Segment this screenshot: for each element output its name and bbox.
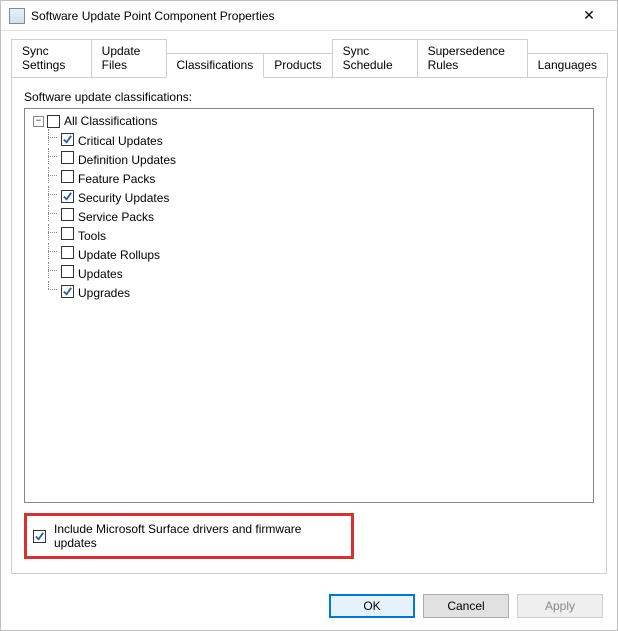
tree-item-label: Critical Updates: [78, 134, 163, 148]
checkbox-include-surface[interactable]: [33, 530, 46, 543]
tree-item[interactable]: Critical Updates: [43, 129, 589, 148]
tree-item[interactable]: Tools: [43, 224, 589, 243]
tree-root-row[interactable]: − All Classifications: [33, 113, 589, 129]
tree-item-label: Feature Packs: [78, 172, 155, 186]
tab-strip: Sync SettingsUpdate FilesClassifications…: [11, 39, 607, 78]
tree-item[interactable]: Update Rollups: [43, 243, 589, 262]
tree-connector: [43, 186, 61, 202]
tree-item[interactable]: Definition Updates: [43, 148, 589, 167]
tree-item-label: Service Packs: [78, 210, 154, 224]
tree-connector: [43, 205, 61, 221]
checkbox-security-updates[interactable]: [61, 190, 74, 203]
tree-connector: [43, 243, 61, 259]
tree-connector: [43, 262, 61, 278]
checkbox-update-rollups[interactable]: [61, 246, 74, 259]
section-label: Software update classifications:: [24, 90, 594, 104]
dialog-window: Software Update Point Component Properti…: [0, 0, 618, 631]
tab-panel-classifications: Software update classifications: − All C…: [11, 77, 607, 574]
window-title: Software Update Point Component Properti…: [31, 9, 569, 23]
classifications-tree[interactable]: − All Classifications Critical Updates De…: [24, 108, 594, 503]
include-surface-label: Include Microsoft Surface drivers and fi…: [54, 522, 345, 550]
app-icon: [9, 8, 25, 24]
tree-connector: [43, 167, 61, 183]
tree-connector: [43, 129, 61, 145]
tree-item[interactable]: Security Updates: [43, 186, 589, 205]
tree-item[interactable]: Service Packs: [43, 205, 589, 224]
tree-connector: [43, 148, 61, 164]
apply-button[interactable]: Apply: [517, 594, 603, 618]
checkbox-critical-updates[interactable]: [61, 133, 74, 146]
tab-classifications[interactable]: Classifications: [166, 53, 265, 78]
checkbox-feature-packs[interactable]: [61, 170, 74, 183]
checkbox-all-classifications[interactable]: [47, 115, 60, 128]
tab-supersedence-rules[interactable]: Supersedence Rules: [417, 39, 528, 78]
tab-products[interactable]: Products: [263, 53, 332, 78]
tab-sync-settings[interactable]: Sync Settings: [11, 39, 92, 78]
checkbox-tools[interactable]: [61, 227, 74, 240]
tree-connector: [43, 281, 61, 297]
checkbox-upgrades[interactable]: [61, 285, 74, 298]
titlebar: Software Update Point Component Properti…: [1, 1, 617, 31]
tab-sync-schedule[interactable]: Sync Schedule: [332, 39, 418, 78]
checkbox-updates[interactable]: [61, 265, 74, 278]
include-surface-option[interactable]: Include Microsoft Surface drivers and fi…: [24, 513, 354, 559]
dialog-body: Sync SettingsUpdate FilesClassifications…: [1, 31, 617, 584]
tree-item-label: Updates: [78, 267, 123, 281]
dialog-buttons: OK Cancel Apply: [1, 584, 617, 630]
tree-item-label: Upgrades: [78, 286, 130, 300]
tree-item-label: Definition Updates: [78, 153, 176, 167]
tree-item[interactable]: Feature Packs: [43, 167, 589, 186]
tree-item-label: Tools: [78, 229, 106, 243]
tab-update-files[interactable]: Update Files: [91, 39, 167, 78]
tree-root-label: All Classifications: [64, 113, 157, 129]
expander-icon[interactable]: −: [33, 116, 44, 127]
tree-connector: [43, 224, 61, 240]
checkbox-definition-updates[interactable]: [61, 151, 74, 164]
tree-item[interactable]: Updates: [43, 262, 589, 281]
ok-button[interactable]: OK: [329, 594, 415, 618]
tree-item[interactable]: Upgrades: [43, 281, 589, 300]
checkbox-service-packs[interactable]: [61, 208, 74, 221]
close-icon: ✕: [583, 7, 595, 24]
close-button[interactable]: ✕: [569, 2, 609, 30]
tree-item-label: Security Updates: [78, 191, 169, 205]
cancel-button[interactable]: Cancel: [423, 594, 509, 618]
tab-languages[interactable]: Languages: [527, 53, 608, 78]
tree-item-label: Update Rollups: [78, 248, 160, 262]
